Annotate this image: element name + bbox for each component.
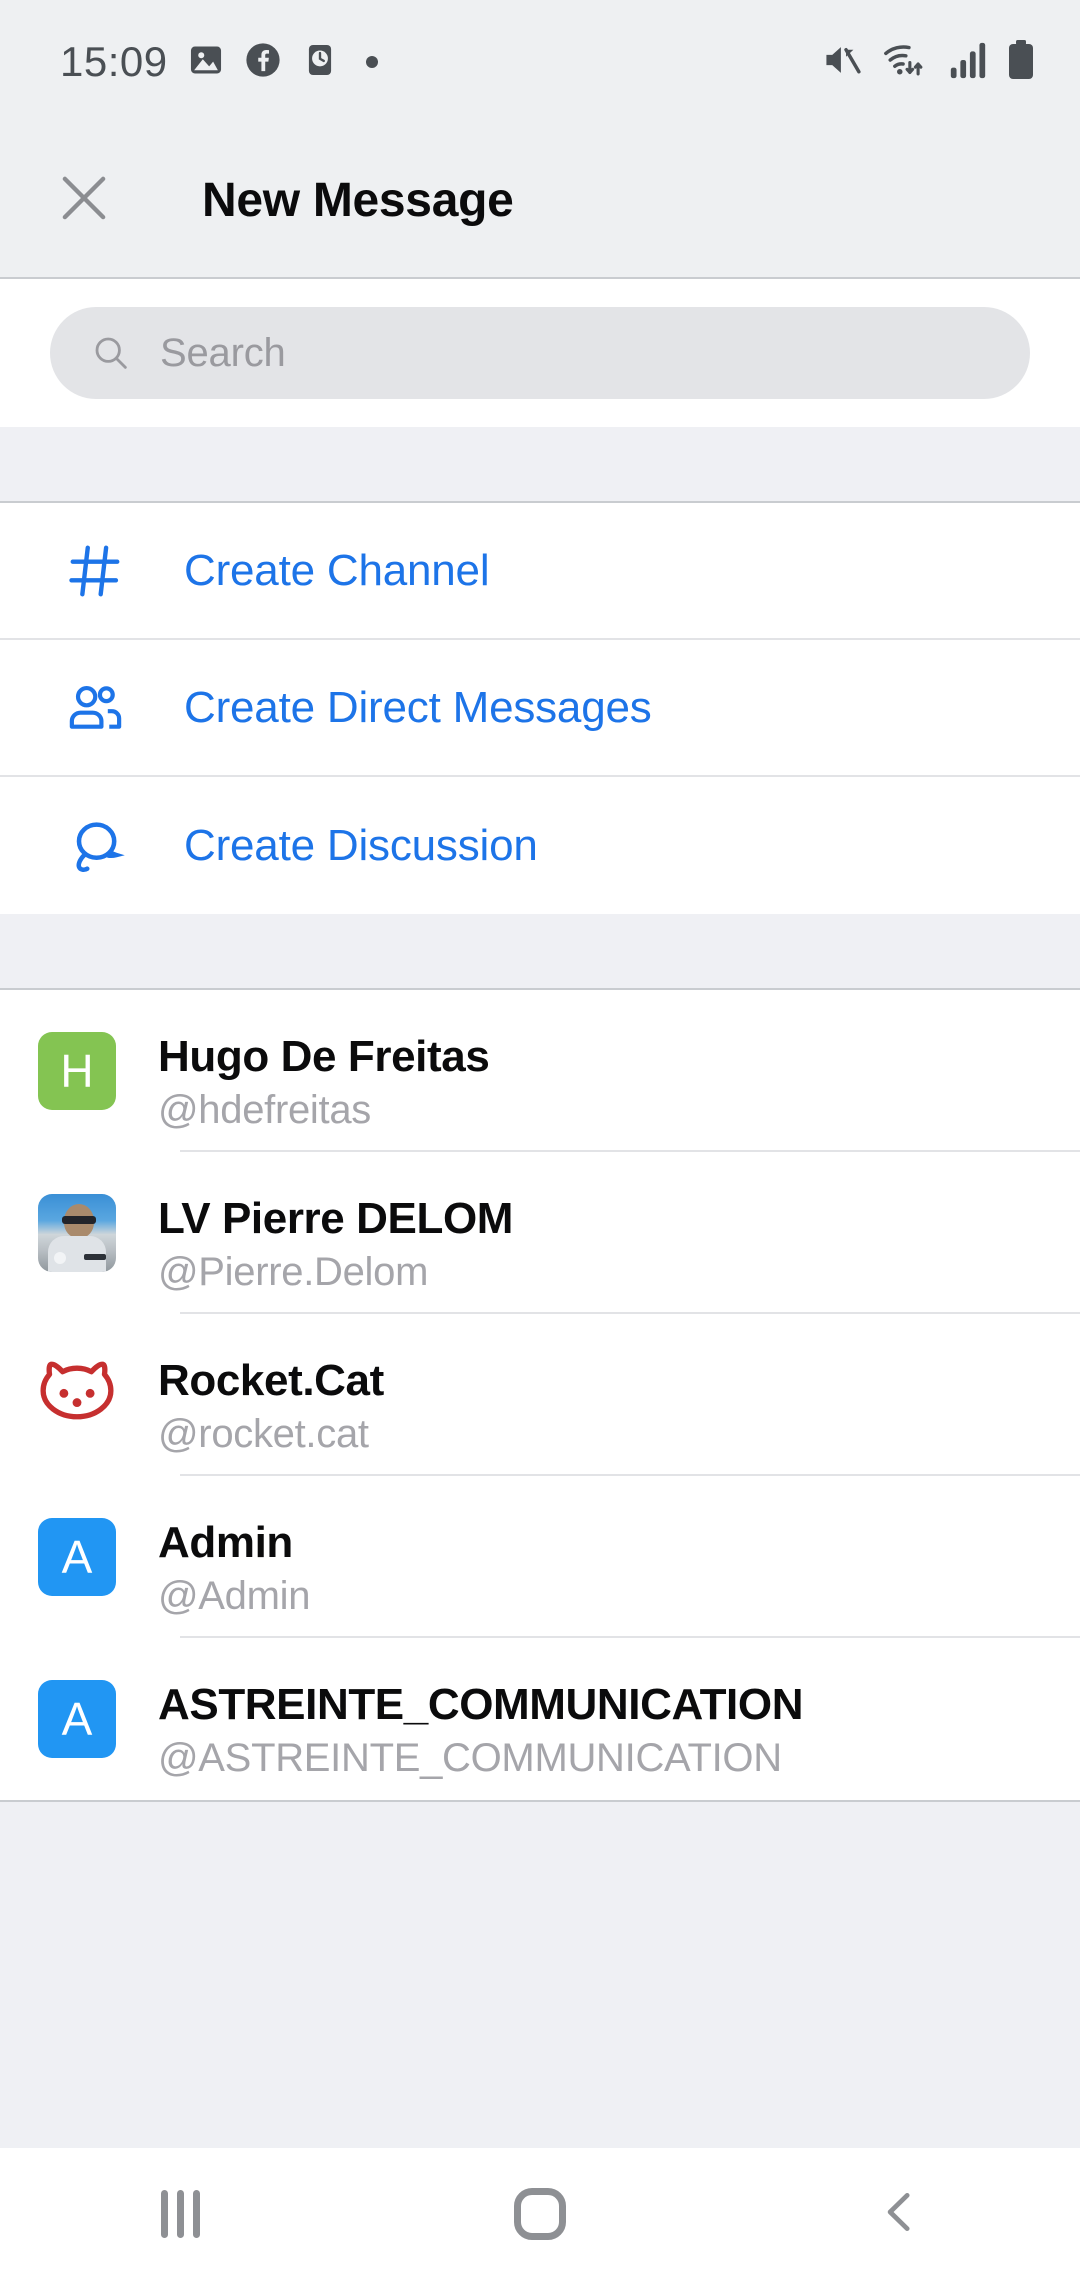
action-create-channel[interactable]: Create Channel	[0, 503, 1080, 640]
section-separator-top	[0, 427, 1080, 503]
search-placeholder: Search	[160, 330, 286, 375]
avatar	[38, 1356, 116, 1434]
search-icon	[90, 332, 132, 374]
search-section: Search	[0, 279, 1080, 427]
people-icon	[62, 675, 128, 741]
user-name: Rocket.Cat	[158, 1355, 384, 1405]
user-handle: @rocket.cat	[158, 1411, 369, 1456]
photo-icon	[187, 41, 225, 84]
user-text: ASTREINTE_COMMUNICATION @ASTREINTE_COMMU…	[158, 1638, 1080, 1800]
recents-button[interactable]	[0, 2148, 360, 2280]
avatar-initial: A	[61, 1693, 93, 1745]
avatar: A	[38, 1680, 116, 1758]
user-name: LV Pierre DELOM	[158, 1193, 514, 1243]
battery-icon	[1006, 38, 1036, 87]
user-list: H Hugo De Freitas @hdefreitas LV Pierre …	[0, 990, 1080, 1800]
home-icon	[514, 2188, 566, 2240]
avatar-initial: A	[61, 1531, 93, 1583]
action-label: Create Channel	[184, 545, 490, 595]
action-create-discussion[interactable]: Create Discussion	[0, 777, 1080, 914]
user-name: ASTREINTE_COMMUNICATION	[158, 1679, 804, 1729]
back-icon	[873, 2185, 927, 2244]
system-navigation-bar	[0, 2148, 1080, 2280]
create-actions-group: Create Channel Create Direct Messages Cr…	[0, 503, 1080, 914]
facebook-icon	[244, 41, 282, 84]
status-bar-right	[820, 38, 1036, 87]
list-item[interactable]: A Admin @Admin	[0, 1476, 1080, 1638]
list-item[interactable]: Rocket.Cat @rocket.cat	[0, 1314, 1080, 1476]
user-text: Hugo De Freitas @hdefreitas	[158, 990, 1080, 1152]
avatar: H	[38, 1032, 116, 1110]
action-label: Create Discussion	[184, 820, 538, 870]
page-title: New Message	[202, 174, 514, 227]
user-name: Hugo De Freitas	[158, 1031, 490, 1081]
action-label: Create Direct Messages	[184, 682, 652, 732]
status-bar-left: 15:09	[60, 38, 378, 86]
discussion-icon	[62, 813, 128, 879]
new-message-screen: 15:09 New Message Search Create Channel …	[0, 0, 1080, 2280]
action-create-direct-messages[interactable]: Create Direct Messages	[0, 640, 1080, 777]
app-header: New Message	[0, 124, 1080, 279]
user-text: LV Pierre DELOM @Pierre.Delom	[158, 1152, 1080, 1314]
user-text: Admin @Admin	[158, 1476, 1080, 1638]
user-handle: @Admin	[158, 1573, 311, 1618]
user-handle: @hdefreitas	[158, 1087, 371, 1132]
status-clock: 15:09	[60, 38, 168, 85]
user-name: Admin	[158, 1517, 293, 1567]
list-item[interactable]: LV Pierre DELOM @Pierre.Delom	[0, 1152, 1080, 1314]
avatar-initial: H	[60, 1045, 94, 1097]
rocket-cat-icon	[38, 1356, 116, 1434]
user-handle: @ASTREINTE_COMMUNICATION	[158, 1735, 782, 1780]
empty-area	[0, 1800, 1080, 2148]
avatar	[38, 1194, 116, 1272]
status-bar: 15:09	[0, 0, 1080, 124]
notification-dot	[365, 56, 378, 68]
user-text: Rocket.Cat @rocket.cat	[158, 1314, 1080, 1476]
list-item[interactable]: A ASTREINTE_COMMUNICATION @ASTREINTE_COM…	[0, 1638, 1080, 1800]
cellular-signal-icon	[948, 39, 988, 86]
section-separator-middle	[0, 914, 1080, 990]
back-button[interactable]	[720, 2148, 1080, 2280]
wifi-icon	[882, 38, 930, 87]
avatar: A	[38, 1518, 116, 1596]
recents-icon	[160, 2190, 200, 2238]
search-input[interactable]: Search	[50, 307, 1030, 399]
mute-icon	[820, 38, 864, 87]
user-handle: @Pierre.Delom	[158, 1249, 429, 1294]
close-button[interactable]	[44, 161, 124, 241]
clock-app-icon	[301, 41, 339, 84]
list-item[interactable]: H Hugo De Freitas @hdefreitas	[0, 990, 1080, 1152]
close-icon	[53, 167, 115, 234]
hash-icon	[62, 538, 128, 604]
home-button[interactable]	[360, 2148, 720, 2280]
